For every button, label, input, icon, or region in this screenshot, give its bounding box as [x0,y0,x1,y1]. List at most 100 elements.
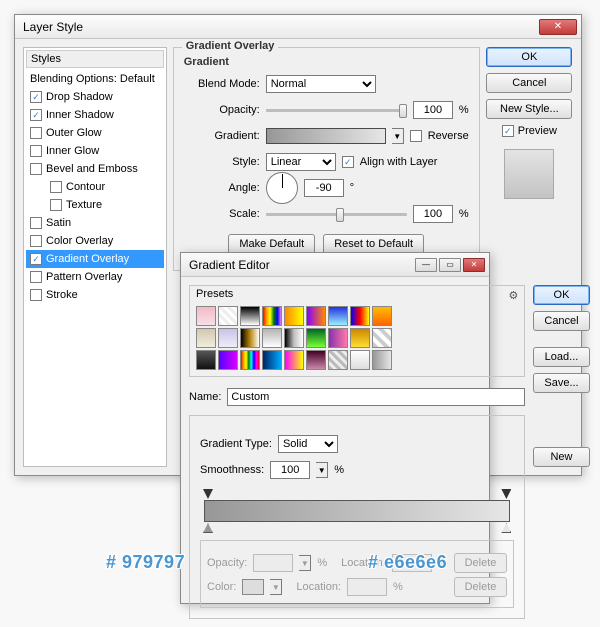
delete-stop-button: Delete [454,577,508,597]
opacity-slider[interactable] [266,109,407,112]
chevron-down-icon[interactable]: ▼ [392,128,404,144]
style-item[interactable]: Satin [26,214,164,232]
preset-swatch[interactable] [196,328,216,348]
style-item[interactable]: Texture [26,196,164,214]
close-icon[interactable]: ✕ [539,19,577,35]
style-item[interactable]: Inner Glow [26,142,164,160]
style-checkbox[interactable] [30,289,42,301]
preset-swatch[interactable] [372,306,392,326]
style-item[interactable]: ✓Drop Shadow [26,88,164,106]
reset-default-button[interactable]: Reset to Default [323,234,424,254]
preset-swatch[interactable] [350,350,370,370]
style-item-label: Outer Glow [46,127,102,139]
preset-swatch[interactable] [328,306,348,326]
angle-input[interactable] [304,179,344,197]
style-checkbox[interactable] [30,163,42,175]
blending-options-item[interactable]: Blending Options: Default [26,70,164,88]
style-item[interactable]: Outer Glow [26,124,164,142]
preset-swatch[interactable] [284,306,304,326]
smoothness-input[interactable] [270,461,310,479]
style-checkbox[interactable] [50,181,62,193]
gradient-bar[interactable] [204,500,510,522]
style-item[interactable]: Pattern Overlay [26,268,164,286]
cancel-button[interactable]: Cancel [486,73,572,93]
stops-panel: Opacity: ▼ % Location: % Delete Color: ▼… [200,540,514,608]
preset-swatch[interactable] [350,306,370,326]
color-stop-left[interactable] [203,523,213,533]
ged-cancel-button[interactable]: Cancel [533,311,589,331]
preset-swatch[interactable] [328,328,348,348]
blend-mode-select[interactable]: Normal [266,75,376,93]
styles-header[interactable]: Styles [26,50,164,68]
ged-save-button[interactable]: Save... [533,373,589,393]
preset-swatch[interactable] [240,350,260,370]
minimize-icon[interactable]: — [415,258,437,272]
maximize-icon[interactable]: ▭ [439,258,461,272]
style-checkbox[interactable] [30,271,42,283]
style-checkbox[interactable] [50,199,62,211]
preset-swatch[interactable] [284,350,304,370]
layer-style-titlebar[interactable]: Layer Style ✕ [15,15,581,39]
preview-checkbox[interactable]: ✓ [502,125,514,137]
gradient-type-select[interactable]: Solid [278,435,338,453]
preset-swatch[interactable] [196,350,216,370]
style-item[interactable]: ✓Gradient Overlay [26,250,164,268]
align-layer-label: Align with Layer [360,156,438,168]
preset-swatch[interactable] [240,328,260,348]
angle-dial[interactable] [266,172,298,204]
style-item[interactable]: ✓Inner Shadow [26,106,164,124]
preset-swatch[interactable] [350,328,370,348]
ged-ok-button[interactable]: OK [533,285,589,305]
make-default-button[interactable]: Make Default [228,234,315,254]
opacity-stop-left[interactable] [203,489,213,499]
ok-button[interactable]: OK [486,47,572,67]
ged-load-button[interactable]: Load... [533,347,589,367]
style-item[interactable]: Stroke [26,286,164,304]
preset-swatch[interactable] [196,306,216,326]
gradient-name-input[interactable] [227,388,525,406]
opacity-input[interactable] [413,101,453,119]
preset-swatch[interactable] [262,306,282,326]
scale-slider[interactable] [266,213,407,216]
style-checkbox[interactable]: ✓ [30,109,42,121]
style-select[interactable]: Linear [266,153,336,171]
reverse-checkbox[interactable] [410,130,422,142]
opacity-stop-right[interactable] [501,489,511,499]
style-item[interactable]: Bevel and Emboss [26,160,164,178]
chevron-down-icon[interactable]: ▼ [316,462,328,478]
style-checkbox[interactable] [30,145,42,157]
close-icon[interactable]: ✕ [463,258,485,272]
scale-label: Scale: [184,208,260,220]
preset-swatch[interactable] [372,328,392,348]
preset-swatch[interactable] [372,350,392,370]
new-style-button[interactable]: New Style... [486,99,572,119]
preset-swatch[interactable] [306,306,326,326]
gradient-editor-titlebar[interactable]: Gradient Editor — ▭ ✕ [181,253,489,277]
gradient-swatch[interactable] [266,128,386,144]
preset-swatch[interactable] [240,306,260,326]
style-checkbox[interactable]: ✓ [30,253,42,265]
preset-swatch[interactable] [218,350,238,370]
style-checkbox[interactable] [30,217,42,229]
style-checkbox[interactable]: ✓ [30,91,42,103]
style-label: Style: [184,156,260,168]
preset-swatch[interactable] [306,328,326,348]
preset-swatch[interactable] [218,328,238,348]
style-item-label: Inner Glow [46,145,99,157]
style-checkbox[interactable] [30,235,42,247]
preset-swatch[interactable] [284,328,304,348]
ged-new-button[interactable]: New [533,447,589,467]
scale-input[interactable] [413,205,453,223]
preset-swatch[interactable] [306,350,326,370]
style-item[interactable]: Contour [26,178,164,196]
style-checkbox[interactable] [30,127,42,139]
preset-swatch[interactable] [262,350,282,370]
color-stop-right[interactable] [501,523,511,533]
style-item[interactable]: Color Overlay [26,232,164,250]
preset-swatch[interactable] [328,350,348,370]
preset-swatch[interactable] [262,328,282,348]
preset-swatch[interactable] [218,306,238,326]
reverse-label: Reverse [428,130,469,142]
align-layer-checkbox[interactable]: ✓ [342,156,354,168]
gear-icon[interactable]: ⚙ [509,289,519,302]
